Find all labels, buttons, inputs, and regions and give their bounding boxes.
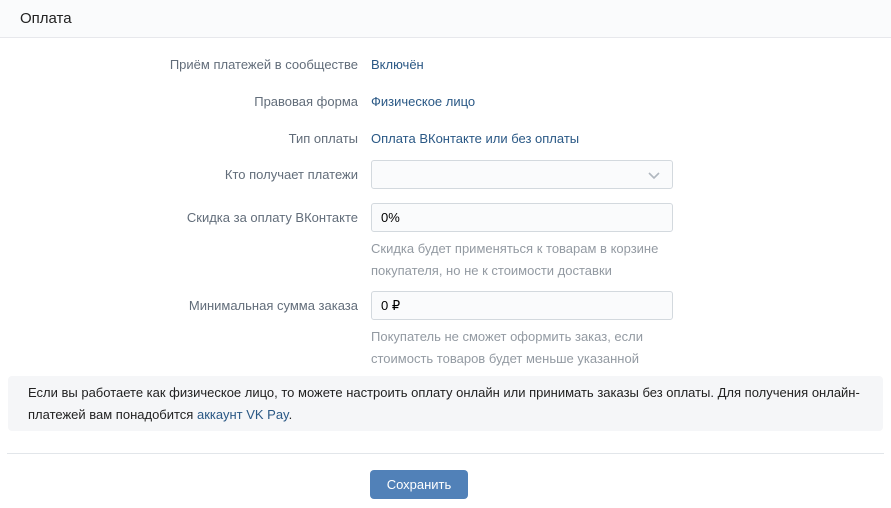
payment-type-link[interactable]: Оплата ВКонтакте или без оплаты [371, 131, 579, 146]
payment-type-value: Оплата ВКонтакте или без оплаты [371, 131, 579, 147]
payment-receiver-control [371, 160, 673, 189]
payments-status-link[interactable]: Включён [371, 57, 424, 72]
form-row-payment-type: Тип оплаты Оплата ВКонтакте или без опла… [0, 131, 891, 147]
discount-control: Скидка будет применяться к товарам в кор… [371, 203, 691, 282]
min-order-hint: Покупатель не сможет оформить заказ, есл… [371, 326, 691, 370]
footer: Сохранить [0, 454, 838, 499]
form-row-legal-form: Правовая форма Физическое лицо [0, 94, 891, 110]
form-row-min-order: Минимальная сумма заказа Покупатель не с… [0, 291, 891, 370]
min-order-control: Покупатель не сможет оформить заказ, есл… [371, 291, 691, 370]
legal-form-link[interactable]: Физическое лицо [371, 94, 475, 109]
page-title: Оплата [20, 10, 871, 27]
discount-hint: Скидка будет применяться к товарам в кор… [371, 238, 691, 282]
payment-receiver-select[interactable] [371, 160, 673, 189]
vk-discount-input[interactable] [371, 203, 673, 232]
payment-type-label: Тип оплаты [0, 131, 371, 147]
form-row-payments-status: Приём платежей в сообществе Включён [0, 57, 891, 73]
min-order-sum-input[interactable] [371, 291, 673, 320]
form-row-discount: Скидка за оплату ВКонтакте Скидка будет … [0, 203, 891, 282]
info-note: Если вы работаете как физическое лицо, т… [8, 376, 883, 431]
payment-receiver-label: Кто получает платежи [0, 160, 371, 189]
min-order-label: Минимальная сумма заказа [0, 291, 371, 370]
payments-status-value: Включён [371, 57, 424, 73]
legal-form-value: Физическое лицо [371, 94, 475, 110]
payments-status-label: Приём платежей в сообществе [0, 57, 371, 73]
form-row-payment-receiver: Кто получает платежи [0, 160, 891, 189]
save-button[interactable]: Сохранить [370, 470, 469, 499]
info-note-text: Если вы работаете как физическое лицо, т… [28, 385, 860, 422]
info-note-period: . [289, 407, 293, 422]
legal-form-label: Правовая форма [0, 94, 371, 110]
page-header: Оплата [0, 0, 891, 38]
discount-label: Скидка за оплату ВКонтакте [0, 203, 371, 282]
chevron-down-icon [646, 167, 662, 183]
vk-pay-link[interactable]: аккаунт VK Pay [197, 407, 289, 422]
payment-settings-form: Приём платежей в сообществе Включён Прав… [0, 38, 891, 370]
